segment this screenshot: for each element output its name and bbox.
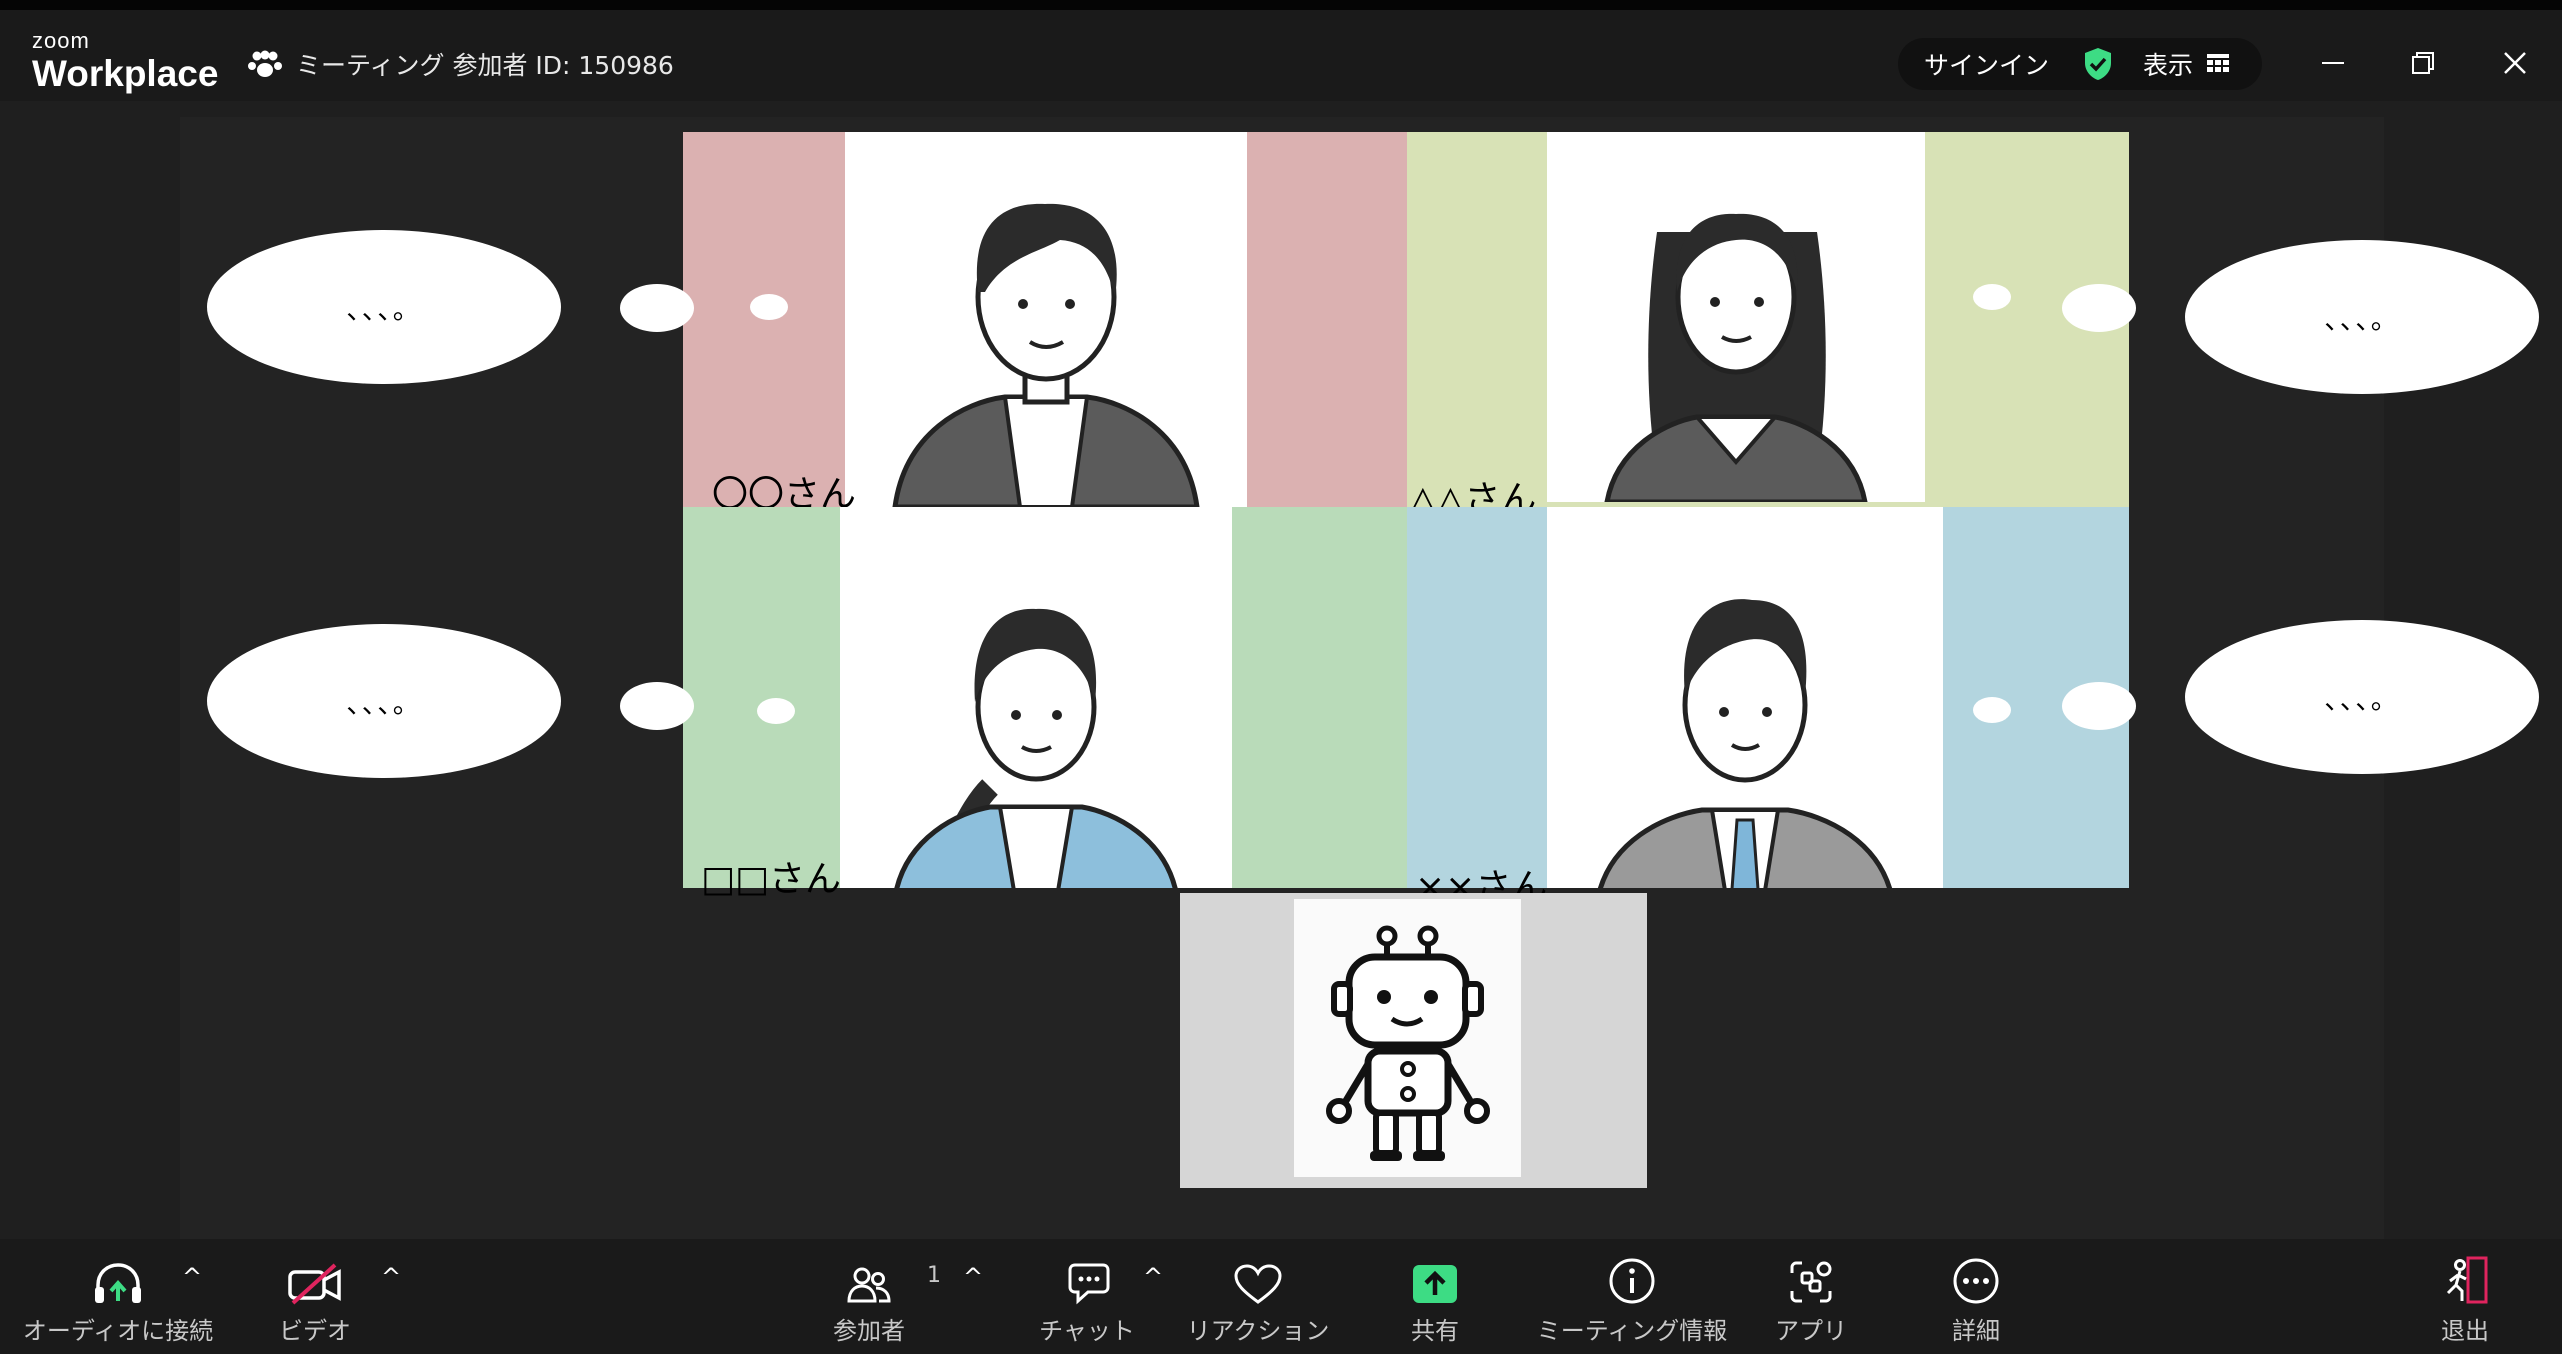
- leave-label: 退出: [2441, 1317, 2489, 1345]
- speech-dot-1a: [620, 284, 694, 332]
- signin-button[interactable]: サインイン: [1924, 46, 2049, 82]
- video-button[interactable]: ビデオ: [270, 1239, 360, 1354]
- speech-dot-2b: [1973, 284, 2011, 310]
- more-icon: [1953, 1258, 1999, 1304]
- chat-options-caret[interactable]: ^: [1143, 1263, 1163, 1291]
- participant-tile-1[interactable]: [683, 132, 1407, 507]
- meeting-toolbar: オーディオに接続 ^ ビデオ ^ 1 参加者 ^ チャット ^ リアクション 共…: [0, 1239, 2562, 1354]
- participant-tile-3[interactable]: [683, 507, 1407, 888]
- apps-label: アプリ: [1775, 1317, 1847, 1345]
- speech-bubble-3-text: 、、、。: [346, 688, 422, 720]
- audio-button[interactable]: オーディオに接続: [23, 1239, 213, 1354]
- avatar-woman-ponytail: [840, 507, 1232, 888]
- header-actions: サインイン 表示: [1898, 38, 2262, 90]
- video-options-caret[interactable]: ^: [381, 1263, 401, 1291]
- participant-tile-4[interactable]: [1407, 507, 2129, 888]
- logo-small-text: zoom: [32, 28, 90, 53]
- audio-options-caret[interactable]: ^: [182, 1263, 202, 1291]
- robot-tile[interactable]: [1180, 893, 1647, 1188]
- view-button[interactable]: 表示: [2143, 46, 2193, 82]
- participants-paw-icon: [248, 50, 282, 77]
- participants-icon: [847, 1267, 891, 1303]
- audio-label: オーディオに接続: [22, 1317, 214, 1345]
- meeting-title: ミーティング 参加者 ID: 150986: [248, 46, 674, 82]
- reaction-label: リアクション: [1186, 1317, 1330, 1345]
- title-bar: zoom Workplace ミーティング 参加者 ID: 150986 サイン…: [0, 0, 2562, 101]
- participant-tile-2[interactable]: [1407, 132, 2129, 507]
- video-off-icon: [288, 1263, 341, 1305]
- info-icon: [1609, 1258, 1655, 1304]
- avatar-man-casual: [845, 132, 1247, 507]
- video-label: ビデオ: [279, 1317, 351, 1345]
- participant-name-3: □□さん: [701, 859, 842, 900]
- zoom-workplace-logo: zoom Workplace: [32, 30, 218, 94]
- speech-dot-3a: [620, 682, 694, 730]
- grid-view-icon[interactable]: [2207, 54, 2230, 74]
- security-shield-icon[interactable]: [2083, 47, 2113, 81]
- meeting-title-text: ミーティング 参加者 ID: 150986: [296, 51, 674, 80]
- speech-bubble-2-text: 、、、。: [2324, 304, 2400, 336]
- share-button[interactable]: 共有: [1396, 1239, 1474, 1354]
- logo-big-text: Workplace: [32, 53, 219, 94]
- speech-dot-3b: [757, 698, 795, 724]
- robot-avatar: [1294, 899, 1521, 1177]
- more-label: 詳細: [1952, 1317, 2000, 1345]
- participants-label: 参加者: [833, 1317, 905, 1345]
- chat-label: チャット: [1039, 1317, 1135, 1345]
- more-button[interactable]: 詳細: [1946, 1239, 2006, 1354]
- close-icon[interactable]: [2500, 48, 2530, 78]
- speech-dot-4b: [1973, 697, 2011, 723]
- speech-bubble-4-text: 、、、。: [2324, 684, 2400, 716]
- chat-icon: [1068, 1263, 1110, 1305]
- speech-bubble-1-text: 、、、。: [346, 294, 422, 326]
- share-label: 共有: [1411, 1317, 1459, 1345]
- minimize-icon[interactable]: [2318, 48, 2348, 78]
- headphones-icon: [95, 1263, 141, 1303]
- participants-options-caret[interactable]: ^: [963, 1263, 983, 1291]
- heart-icon: [1234, 1264, 1282, 1304]
- participants-button[interactable]: 1 参加者: [820, 1239, 941, 1354]
- meeting-info-label: ミーティング情報: [1536, 1317, 1728, 1345]
- avatar-man-suit: [1547, 507, 1943, 888]
- speech-dot-1b: [750, 294, 788, 320]
- participants-count: 1: [927, 1263, 941, 1288]
- avatar-woman-long-hair: [1547, 132, 1925, 502]
- restore-icon[interactable]: [2408, 48, 2438, 78]
- leave-button[interactable]: 退出: [2432, 1239, 2498, 1354]
- leave-icon: [2446, 1256, 2488, 1304]
- meeting-info-button[interactable]: ミーティング情報: [1537, 1239, 1727, 1354]
- apps-button[interactable]: アプリ: [1775, 1239, 1847, 1354]
- speech-dot-4a: [2062, 682, 2136, 730]
- apps-icon: [1790, 1261, 1832, 1303]
- speech-dot-2a: [2062, 284, 2136, 332]
- chat-button[interactable]: チャット: [1039, 1239, 1135, 1354]
- share-screen-icon: [1413, 1265, 1457, 1303]
- reaction-button[interactable]: リアクション: [1187, 1239, 1329, 1354]
